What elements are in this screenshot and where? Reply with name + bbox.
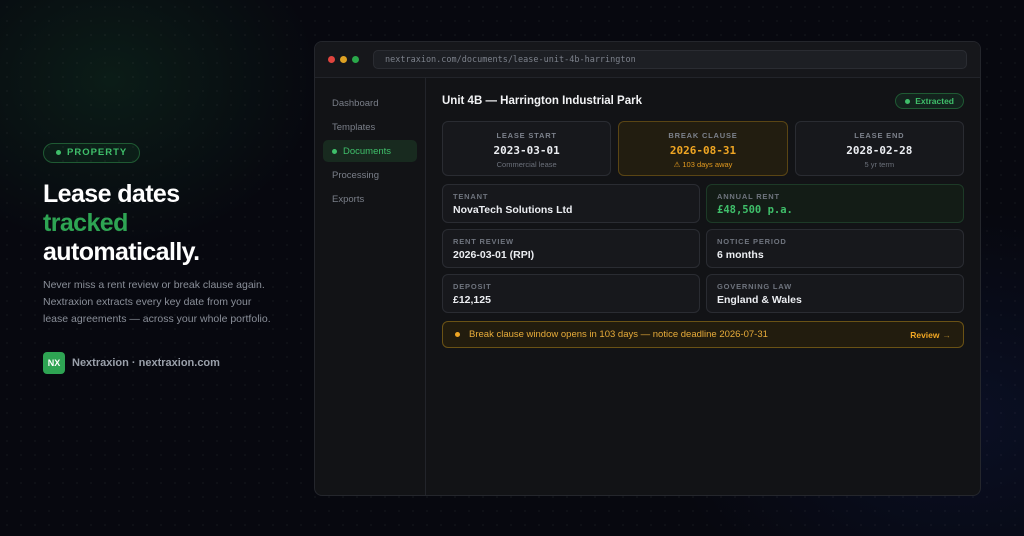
active-dot-icon [332,148,337,154]
date-value: 2023-03-01 [493,144,560,157]
category-badge: PROPERTY [43,142,141,163]
rent-review-field[interactable]: RENT REVIEW 2026-03-01 (RPI) [442,229,700,268]
close-window-icon[interactable] [328,56,335,63]
arrow-right-icon: → [942,329,952,340]
field-value: £48,500 p.a. [717,204,793,216]
field-value: 6 months [717,249,764,261]
date-value: 2026-08-31 [669,144,737,157]
break-clause-alert: Break clause window opens in 103 days — … [442,321,964,348]
sidebar-item-label: Dashboard [332,97,379,109]
tenant-field[interactable]: TENANT NovaTech Solutions Ltd [442,184,700,223]
brand-name: Nextraxion · nextraxion.com [72,357,220,370]
sidebar-item-label: Templates [332,121,376,133]
date-label: LEASE START [496,131,557,140]
address-bar[interactable]: nextraxion.com/documents/lease-unit-4b-h… [373,50,967,69]
lease-start-card[interactable]: LEASE START 2023-03-01 Commercial lease [442,121,612,176]
date-value: 2028-02-28 [846,144,913,157]
annual-rent-field[interactable]: ANNUAL RENT £48,500 p.a. [706,184,964,223]
sidebar-item-processing[interactable]: Processing [323,164,417,186]
review-button[interactable]: Review → [910,330,951,340]
break-clause-card[interactable]: BREAK CLAUSE 2026-08-31 ⚠ 103 days away [618,121,788,176]
key-dates: LEASE START 2023-03-01 Commercial lease … [442,121,964,176]
field-value: NovaTech Solutions Ltd [453,204,573,216]
review-label: Review [910,329,940,340]
field-value: £12,125 [453,294,491,306]
badge-label: PROPERTY [67,147,128,158]
headline-accent: tracked [43,208,128,237]
brand-logo: NX [43,352,65,375]
hero-description: Never miss a rent review or break clause… [43,278,271,326]
sidebar-item-dashboard[interactable]: Dashboard [323,92,417,114]
hero-headline: Lease dates tracked automatically. [43,180,283,267]
status-dot-icon [905,98,911,104]
status-label: Extracted [915,96,954,106]
hero-section: PROPERTY Lease dates tracked automatical… [43,142,283,375]
headline-line-1: Lease dates [43,179,180,208]
field-label: TENANT [453,192,489,201]
lease-end-card[interactable]: LEASE END 2028-02-28 5 yr term [794,121,964,176]
field-label: RENT REVIEW [453,237,514,246]
date-sub: ⚠ 103 days away [673,160,733,169]
alert-message: Break clause window opens in 103 days — … [469,329,768,340]
field-label: ANNUAL RENT [717,192,780,201]
sidebar-item-documents[interactable]: Documents [323,140,417,162]
browser-titlebar: nextraxion.com/documents/lease-unit-4b-h… [315,42,980,78]
sidebar-item-exports[interactable]: Exports [323,188,417,210]
date-sub: Commercial lease [496,160,557,169]
notice-period-field[interactable]: NOTICE PERIOD 6 months [706,229,964,268]
browser-window: nextraxion.com/documents/lease-unit-4b-h… [314,41,981,496]
field-value: England & Wales [717,294,802,306]
badge-dot-icon [56,150,61,155]
sidebar-item-label: Exports [332,193,365,205]
document-title: Unit 4B — Harrington Industrial Park [442,95,642,107]
governing-law-field[interactable]: GOVERNING LAW England & Wales [706,274,964,313]
brand-row: NX Nextraxion · nextraxion.com [43,352,283,375]
warning-dot-icon [455,332,460,337]
field-label: DEPOSIT [453,282,492,291]
document-panel: Unit 4B — Harrington Industrial Park Ext… [426,78,980,495]
date-label: LEASE END [854,131,905,140]
minimize-window-icon[interactable] [340,56,347,63]
date-label: BREAK CLAUSE [668,131,738,140]
date-sub: 5 yr term [864,160,895,169]
field-label: NOTICE PERIOD [717,237,787,246]
status-badge: Extracted [895,93,964,109]
document-header: Unit 4B — Harrington Industrial Park Ext… [442,92,964,110]
app-content: Dashboard Templates Documents Processing… [315,78,980,495]
deposit-field[interactable]: DEPOSIT £12,125 [442,274,700,313]
headline-line-3: automatically. [43,237,200,266]
maximize-window-icon[interactable] [352,56,359,63]
field-label: GOVERNING LAW [717,282,792,291]
sidebar-item-templates[interactable]: Templates [323,116,417,138]
field-value: 2026-03-01 (RPI) [453,249,535,261]
sidebar-item-label: Documents [343,145,392,157]
sidebar: Dashboard Templates Documents Processing… [315,78,426,495]
lease-fields: TENANT NovaTech Solutions Ltd ANNUAL REN… [442,184,964,313]
sidebar-item-label: Processing [332,169,379,181]
